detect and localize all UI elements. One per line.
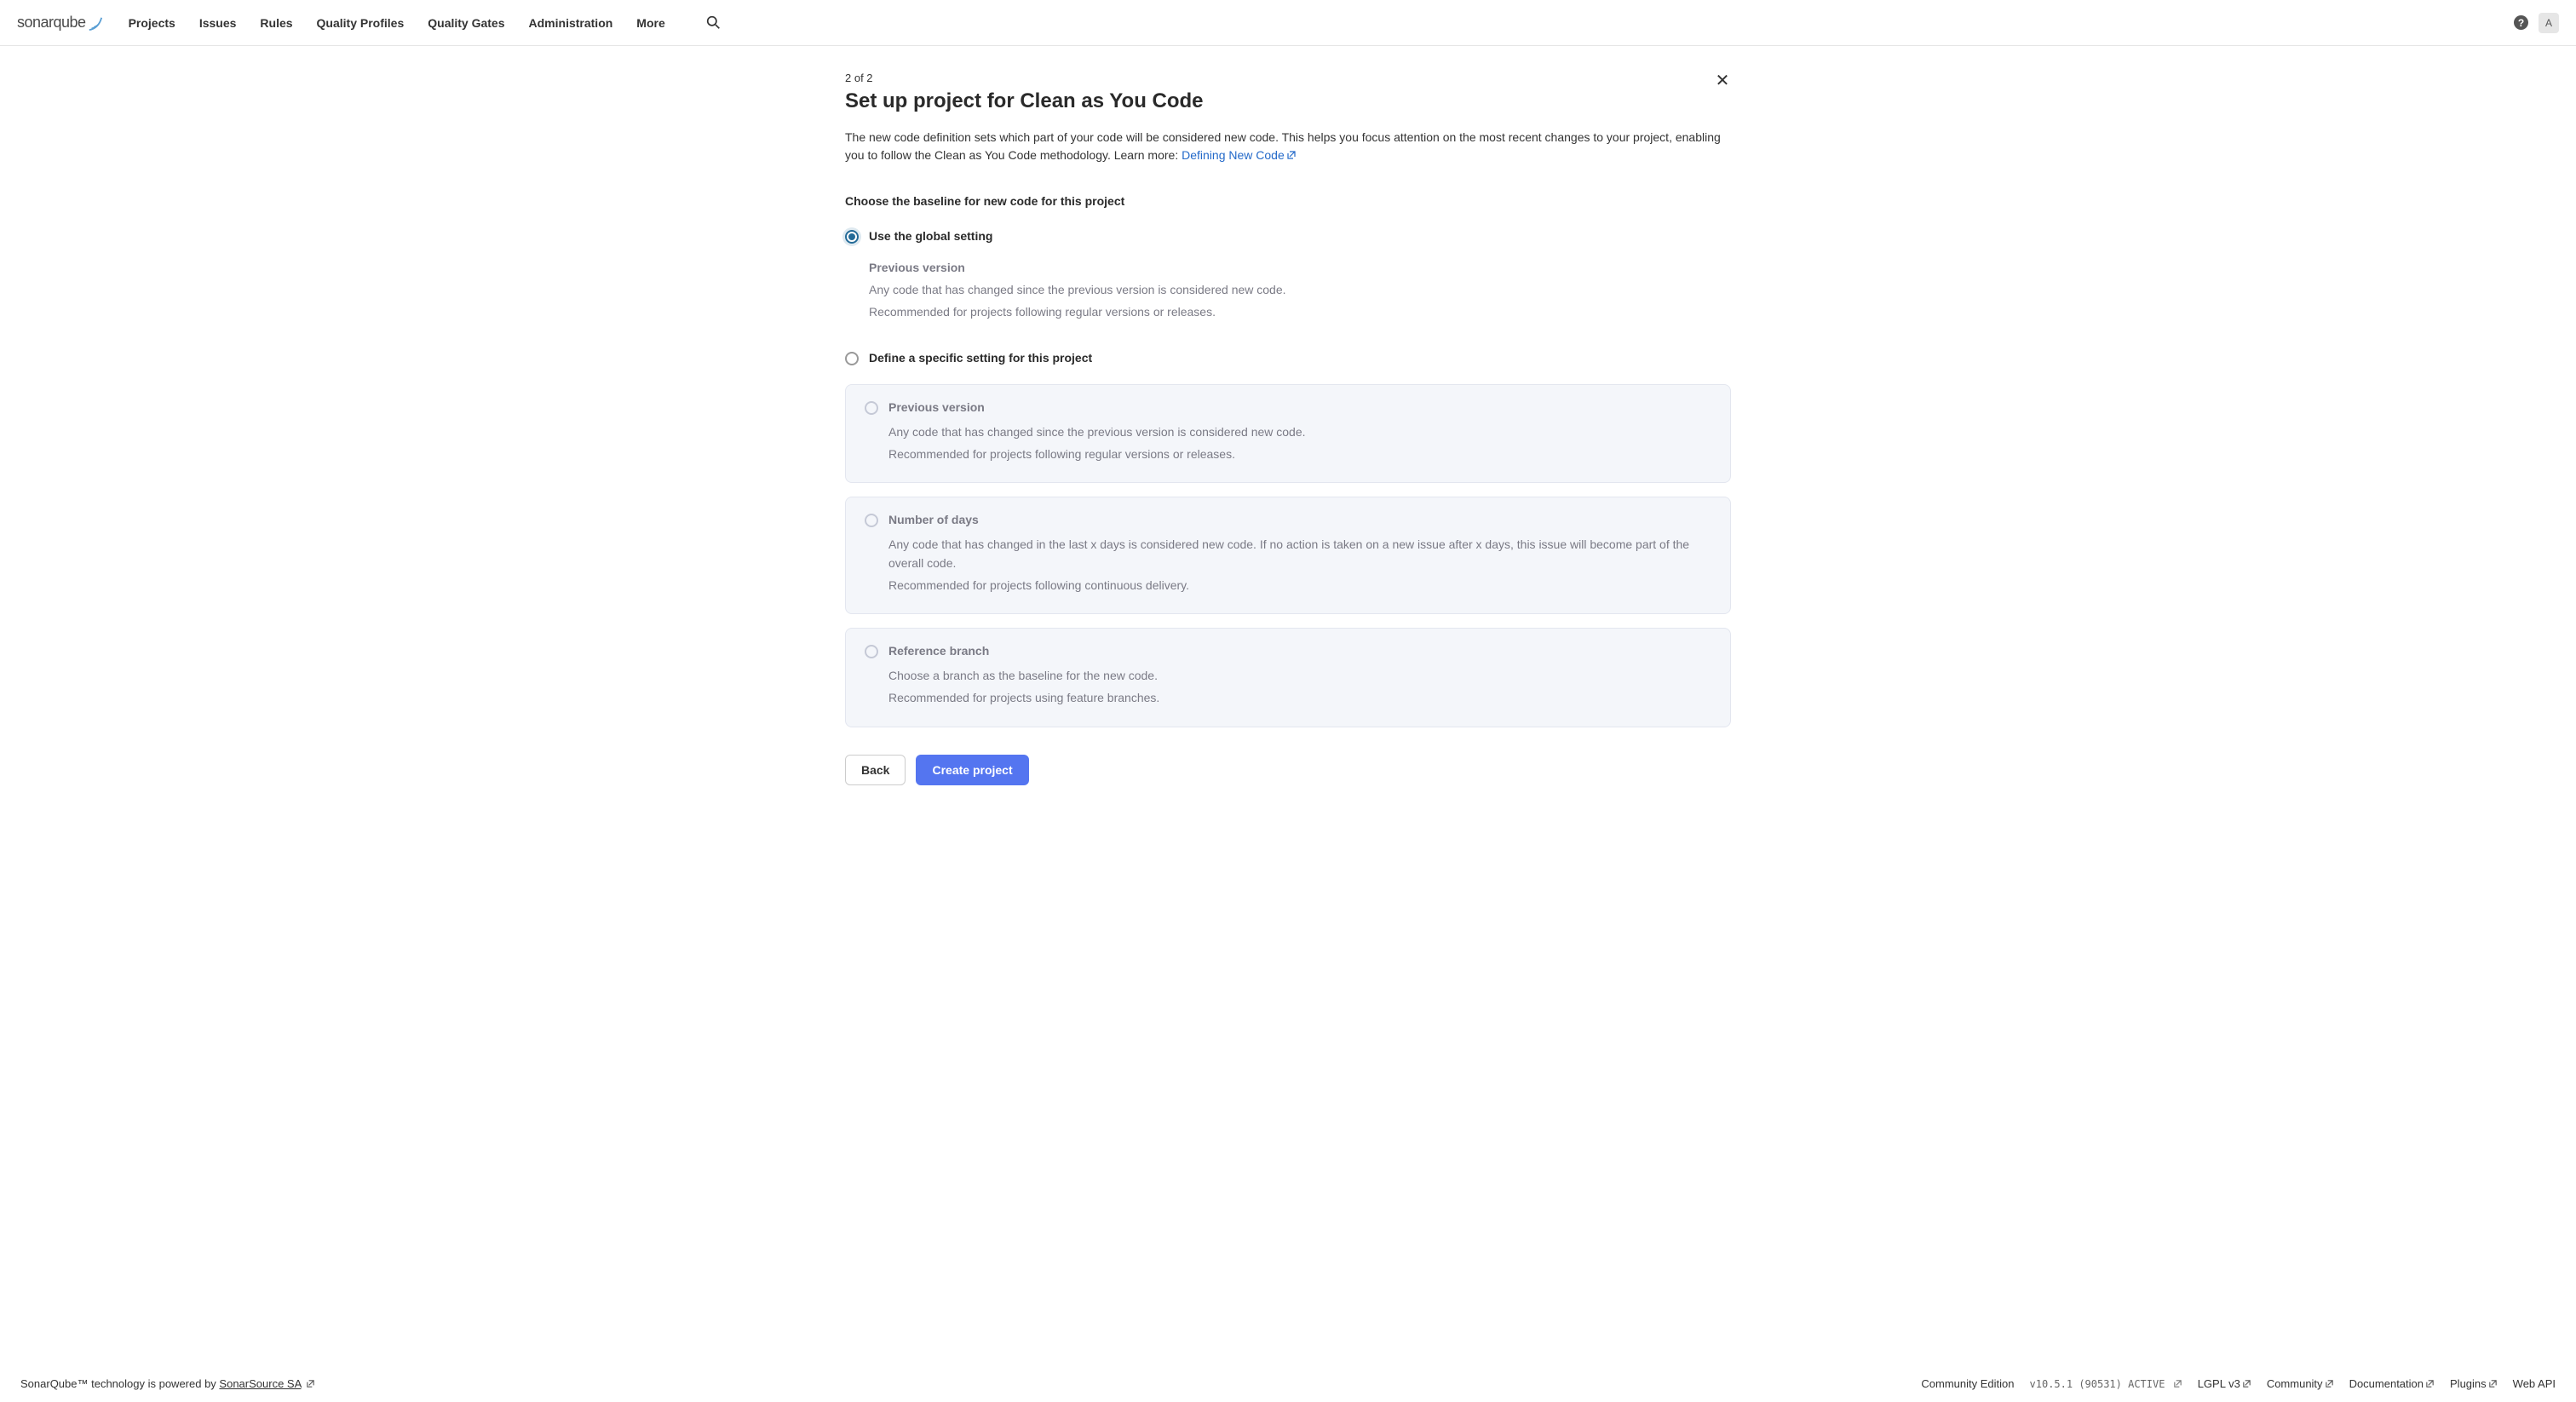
radio-global-setting[interactable]: Use the global setting — [845, 229, 1731, 244]
global-setting-line2: Recommended for projects following regul… — [869, 303, 1731, 321]
main-nav: Projects Issues Rules Quality Profiles Q… — [129, 15, 721, 30]
footer-left: SonarQube™ technology is powered by Sona… — [20, 1377, 315, 1390]
page-title: Set up project for Clean as You Code — [845, 89, 1731, 113]
radio-specific-setting-input[interactable] — [845, 352, 859, 365]
back-button[interactable]: Back — [845, 755, 906, 785]
sonarsource-link[interactable]: SonarSource SA — [219, 1377, 301, 1390]
radio-global-setting-label: Use the global setting — [869, 229, 992, 243]
logo-waves-icon — [88, 14, 103, 32]
section-heading: Choose the baseline for new code for thi… — [845, 194, 1731, 208]
avatar[interactable]: A — [2539, 13, 2559, 33]
footer-right: Community Edition v10.5.1 (90531) ACTIVE… — [1921, 1377, 2556, 1390]
nav-issues[interactable]: Issues — [199, 16, 237, 30]
close-icon[interactable]: ✕ — [1714, 72, 1731, 89]
option-card-reference-branch: Reference branch Choose a branch as the … — [845, 628, 1731, 727]
radio-global-setting-input[interactable] — [845, 230, 859, 244]
option-card-prev-title: Previous version — [888, 400, 985, 414]
logo-text: sonarqube — [17, 14, 86, 32]
radio-days-input — [865, 514, 878, 527]
footer-documentation-link[interactable]: Documentation — [2349, 1377, 2435, 1390]
step-indicator: 2 of 2 — [845, 72, 1731, 84]
footer: SonarQube™ technology is powered by Sona… — [0, 1365, 2576, 1402]
radio-prev-version-input — [865, 401, 878, 415]
external-link-icon — [2425, 1379, 2435, 1388]
option-card-branch-line2: Recommended for projects using feature b… — [888, 689, 1711, 708]
nav-quality-profiles[interactable]: Quality Profiles — [317, 16, 405, 30]
footer-left-text: SonarQube™ technology is powered by — [20, 1377, 219, 1390]
footer-license-link[interactable]: LGPL v3 — [2198, 1377, 2251, 1390]
nav-projects[interactable]: Projects — [129, 16, 175, 30]
option-card-prev-line2: Recommended for projects following regul… — [888, 445, 1711, 464]
footer-webapi-link[interactable]: Web API — [2513, 1377, 2556, 1390]
external-link-icon — [306, 1379, 315, 1388]
header-right: ? A — [2514, 13, 2559, 33]
main-content: ✕ 2 of 2 Set up project for Clean as You… — [845, 46, 1731, 819]
nav-quality-gates[interactable]: Quality Gates — [428, 16, 504, 30]
footer-version: v10.5.1 (90531) ACTIVE — [2030, 1378, 2182, 1390]
defining-new-code-link[interactable]: Defining New Code — [1182, 148, 1297, 162]
nav-rules[interactable]: Rules — [260, 16, 292, 30]
global-setting-subtitle: Previous version — [869, 261, 1731, 274]
external-link-icon — [2173, 1379, 2182, 1388]
external-link-icon — [2488, 1379, 2498, 1388]
intro-text: The new code definition sets which part … — [845, 129, 1731, 164]
radio-specific-setting[interactable]: Define a specific setting for this proje… — [845, 351, 1731, 365]
button-row: Back Create project — [845, 755, 1731, 785]
footer-community-link[interactable]: Community — [2267, 1377, 2334, 1390]
help-icon[interactable]: ? — [2514, 15, 2528, 30]
option-card-branch-title: Reference branch — [888, 644, 989, 658]
nav-more[interactable]: More — [636, 16, 664, 30]
option-card-days-line1: Any code that has changed in the last x … — [888, 536, 1711, 572]
radio-branch-input — [865, 645, 878, 658]
footer-edition: Community Edition — [1921, 1377, 2014, 1390]
external-link-icon — [2242, 1379, 2251, 1388]
logo[interactable]: sonarqube — [17, 14, 103, 32]
nav-administration[interactable]: Administration — [529, 16, 613, 30]
option-card-previous-version: Previous version Any code that has chang… — [845, 384, 1731, 483]
create-project-button[interactable]: Create project — [916, 755, 1028, 785]
footer-plugins-link[interactable]: Plugins — [2450, 1377, 2498, 1390]
option-card-branch-line1: Choose a branch as the baseline for the … — [888, 667, 1711, 686]
option-card-prev-line1: Any code that has changed since the prev… — [888, 423, 1711, 442]
search-icon[interactable] — [706, 15, 721, 30]
external-link-icon — [2325, 1379, 2334, 1388]
option-card-days-title: Number of days — [888, 513, 979, 526]
global-setting-line1: Any code that has changed since the prev… — [869, 281, 1731, 299]
global-header: sonarqube Projects Issues Rules Quality … — [0, 0, 2576, 46]
option-card-number-of-days: Number of days Any code that has changed… — [845, 497, 1731, 614]
global-setting-details: Previous version Any code that has chang… — [869, 261, 1731, 321]
radio-specific-setting-label: Define a specific setting for this proje… — [869, 351, 1092, 365]
external-link-icon — [1286, 150, 1297, 160]
option-card-days-line2: Recommended for projects following conti… — [888, 577, 1711, 595]
